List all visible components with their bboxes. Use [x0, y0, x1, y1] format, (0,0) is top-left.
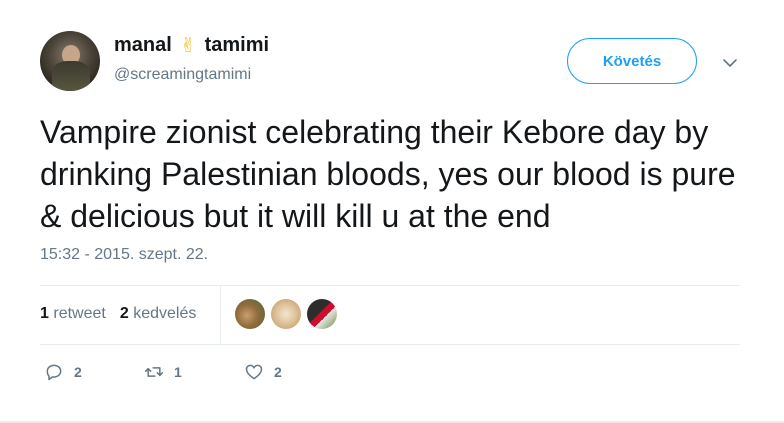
likers-avatars	[235, 299, 337, 329]
retweet-stat[interactable]: 1 retweet	[40, 305, 106, 323]
retweet-icon	[144, 367, 164, 377]
heart-icon	[245, 364, 263, 380]
reply-icon	[46, 364, 62, 381]
reply-button[interactable]: 2	[44, 362, 144, 382]
tweet-actions: 2 1 2	[44, 362, 282, 382]
tweet-text: Vampire zionist celebrating their Kebore…	[40, 114, 736, 234]
like-stat[interactable]: 2 kedvelés	[120, 305, 197, 323]
retweet-stat-count: 1	[40, 305, 49, 322]
reply-count: 2	[74, 364, 82, 380]
avatar[interactable]	[40, 31, 100, 91]
retweet-stat-label: retweet	[53, 305, 106, 322]
user-name-last: tamimi	[204, 34, 270, 56]
like-stat-label: kedvelés	[133, 305, 197, 322]
engagement-stats: 1 retweet 2 kedvelés	[40, 305, 196, 323]
liker-avatar[interactable]	[307, 299, 337, 329]
user-handle[interactable]: @screamingtamimi	[114, 66, 251, 84]
follow-button[interactable]: Követés	[567, 38, 697, 84]
user-name-first: manal	[114, 34, 172, 56]
like-button[interactable]: 2	[244, 362, 282, 382]
liker-avatar[interactable]	[235, 299, 265, 329]
liker-avatar[interactable]	[271, 299, 301, 329]
divider-bottom	[40, 344, 740, 345]
divider-top	[40, 285, 740, 286]
tweet-timestamp[interactable]: 15:32 - 2015. szept. 22.	[40, 246, 208, 264]
user-name[interactable]: manal ✌ tamimi	[114, 34, 269, 57]
avatar-scarf	[52, 61, 90, 91]
stats-divider	[220, 286, 221, 344]
like-stat-count: 2	[119, 305, 129, 322]
retweet-count: 1	[174, 364, 182, 380]
victory-hand-icon: ✌	[179, 34, 197, 57]
retweet-button[interactable]: 1	[144, 362, 244, 382]
chevron-down-icon[interactable]	[722, 55, 738, 71]
like-count: 2	[274, 364, 282, 380]
tweet-card: manal ✌ tamimi @screamingtamimi Követés …	[0, 0, 784, 423]
